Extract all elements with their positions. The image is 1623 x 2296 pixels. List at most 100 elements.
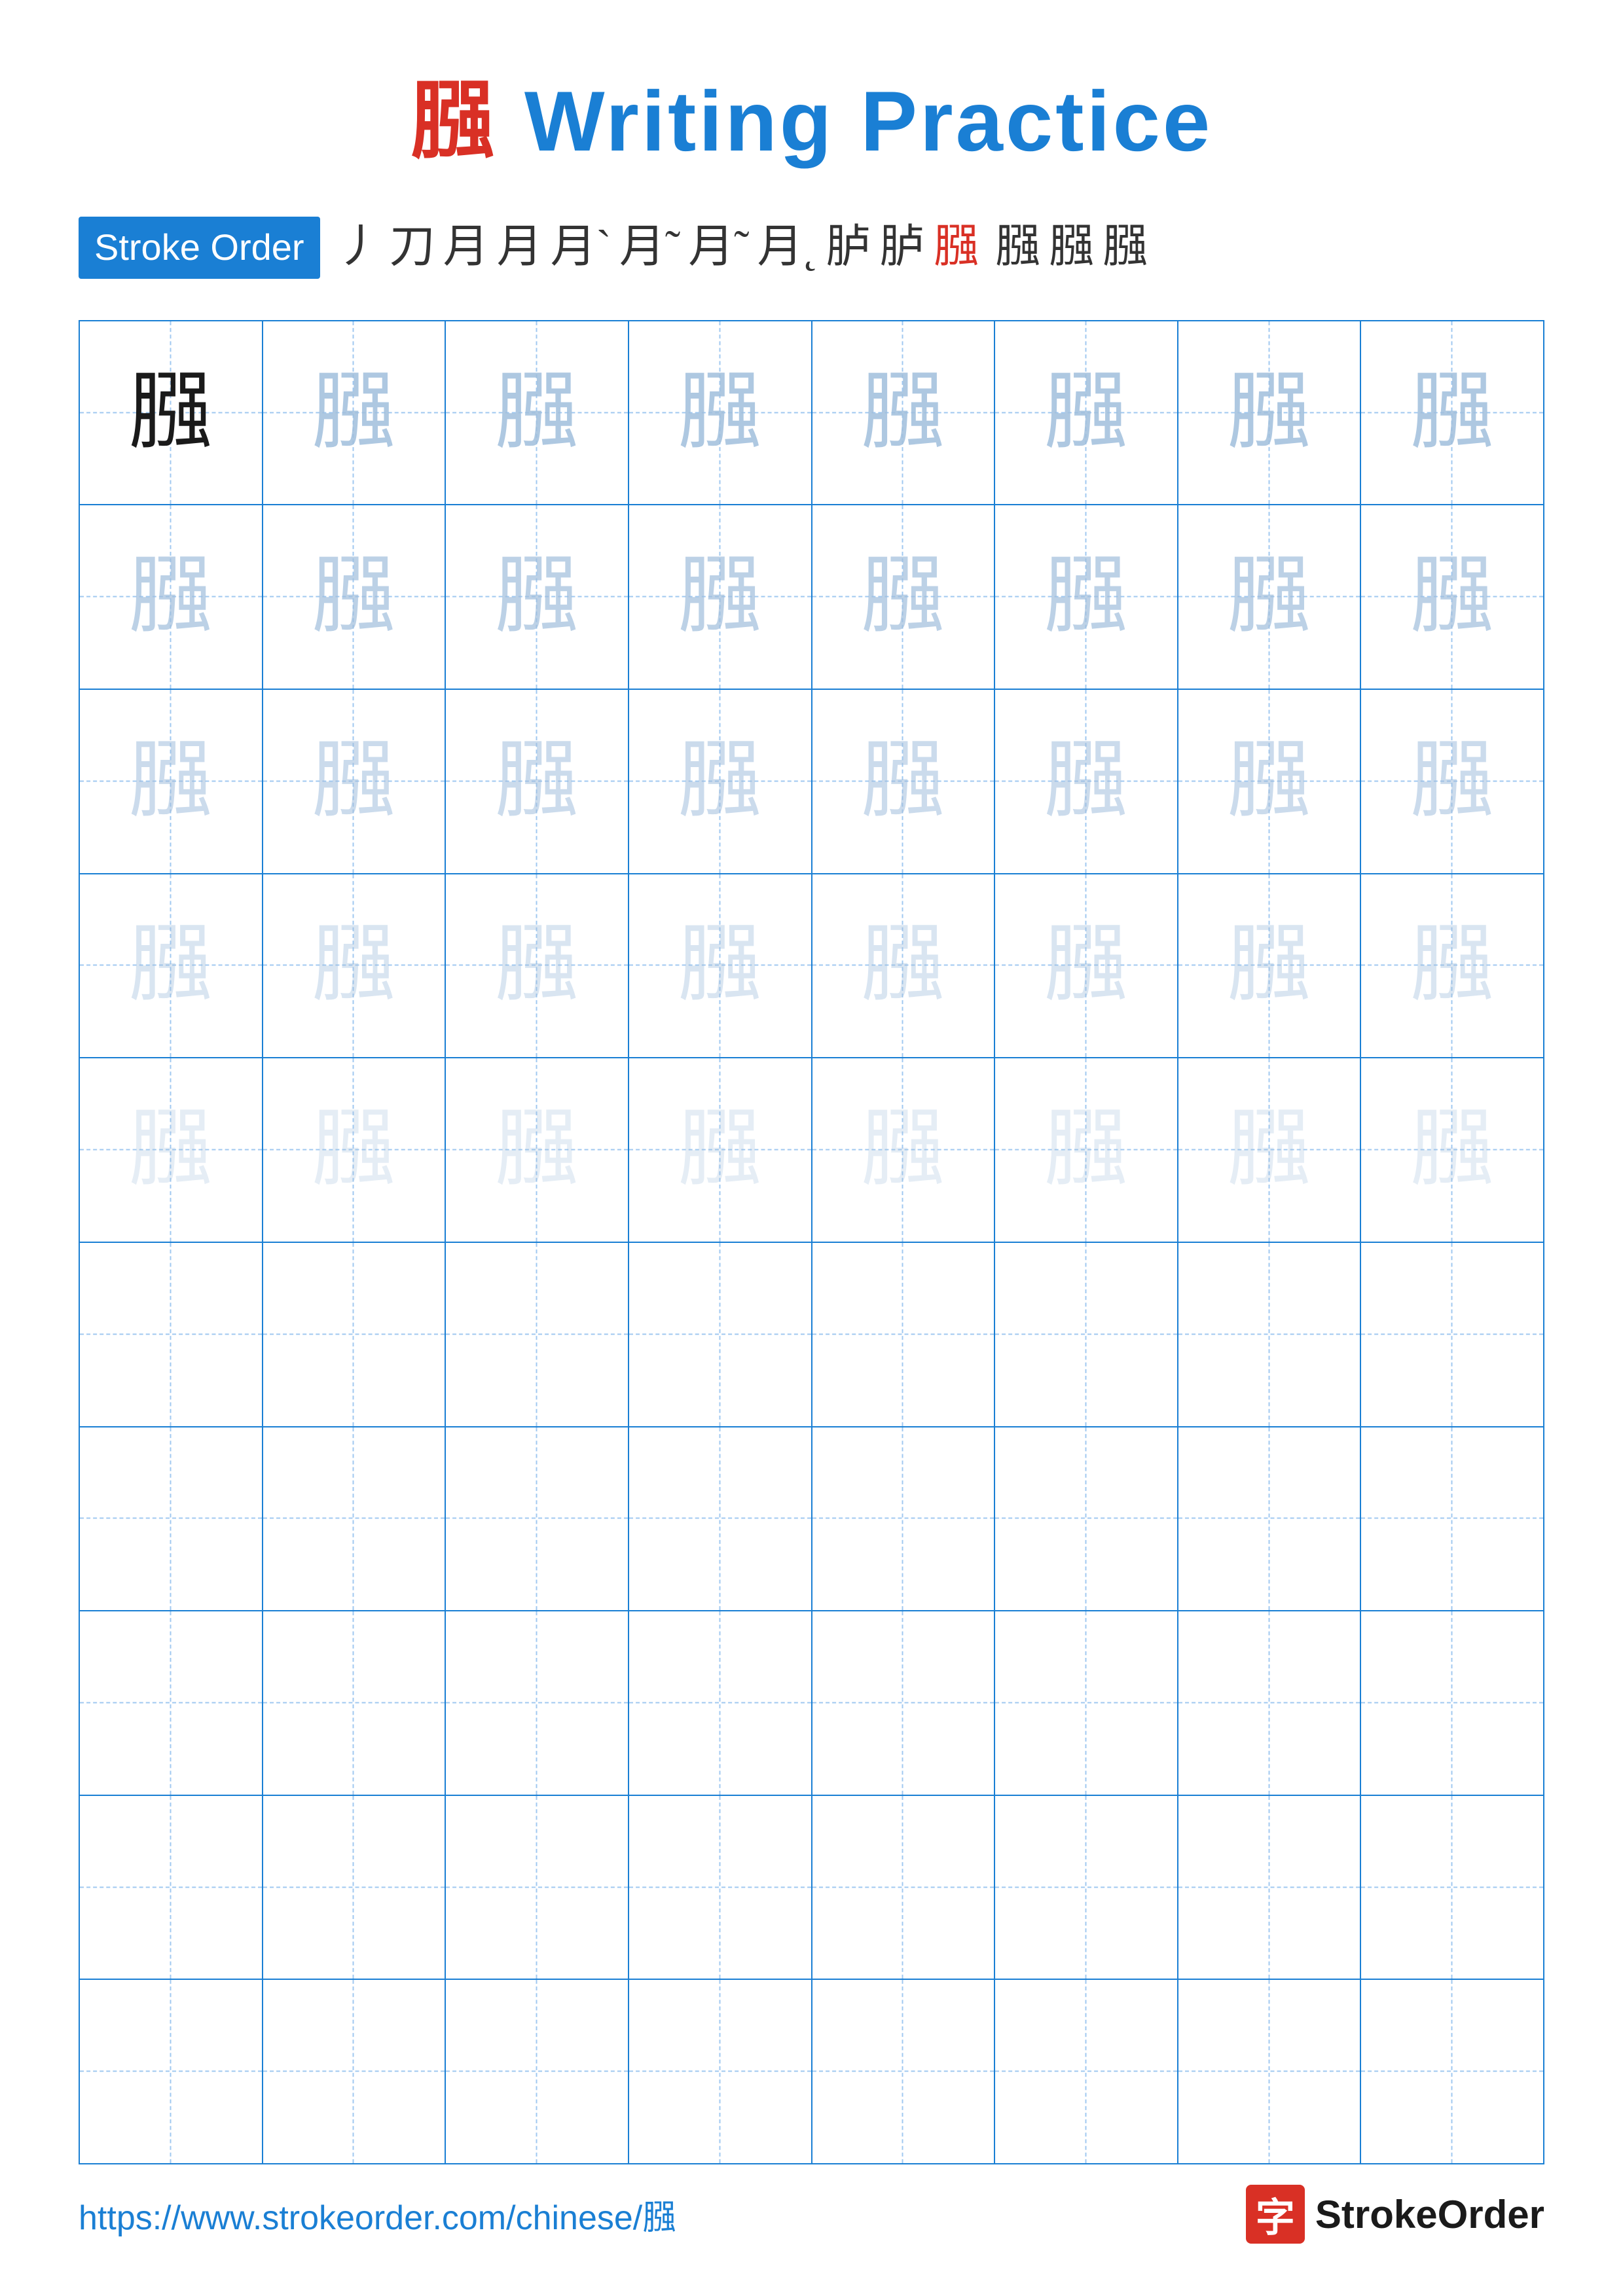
grid-cell-6-2[interactable]: [263, 1243, 447, 1426]
grid-cell-9-7[interactable]: [1178, 1796, 1362, 1979]
grid-cell-7-5[interactable]: [812, 1427, 996, 1611]
grid-cell-8-8[interactable]: [1361, 1611, 1543, 1795]
grid-row-4: 膙 膙 膙 膙 膙 膙 膙 膙: [80, 874, 1543, 1059]
grid-cell-6-7[interactable]: [1178, 1243, 1362, 1426]
grid-cell-3-1[interactable]: 膙: [80, 690, 263, 873]
char-reference: 膙: [128, 370, 213, 456]
grid-cell-5-4[interactable]: 膙: [629, 1058, 812, 1242]
grid-cell-2-8[interactable]: 膙: [1361, 505, 1543, 689]
grid-cell-9-5[interactable]: [812, 1796, 996, 1979]
grid-cell-4-1[interactable]: 膙: [80, 874, 263, 1058]
grid-cell-9-8[interactable]: [1361, 1796, 1543, 1979]
char-fade: 膙: [678, 923, 763, 1008]
grid-cell-3-2[interactable]: 膙: [263, 690, 447, 873]
grid-cell-6-4[interactable]: [629, 1243, 812, 1426]
grid-cell-1-3[interactable]: 膙: [446, 321, 629, 505]
grid-cell-6-8[interactable]: [1361, 1243, 1543, 1426]
grid-cell-2-5[interactable]: 膙: [812, 505, 996, 689]
grid-cell-6-1[interactable]: [80, 1243, 263, 1426]
grid-cell-7-6[interactable]: [995, 1427, 1178, 1611]
char-fade: 膙: [1044, 923, 1129, 1008]
grid-cell-8-5[interactable]: [812, 1611, 996, 1795]
grid-cell-9-1[interactable]: [80, 1796, 263, 1979]
grid-cell-4-5[interactable]: 膙: [812, 874, 996, 1058]
grid-cell-5-2[interactable]: 膙: [263, 1058, 447, 1242]
grid-cell-8-7[interactable]: [1178, 1611, 1362, 1795]
char-fade: 膙: [494, 1107, 579, 1193]
grid-cell-8-4[interactable]: [629, 1611, 812, 1795]
grid-cell-10-8[interactable]: [1361, 1980, 1543, 2163]
logo-text: StrokeOrder: [1315, 2192, 1544, 2237]
grid-cell-9-6[interactable]: [995, 1796, 1178, 1979]
char-fade: 膙: [678, 370, 763, 456]
grid-cell-10-1[interactable]: [80, 1980, 263, 2163]
grid-cell-2-3[interactable]: 膙: [446, 505, 629, 689]
grid-row-1: 膙 膙 膙 膙 膙 膙 膙 膙: [80, 321, 1543, 506]
grid-cell-4-6[interactable]: 膙: [995, 874, 1178, 1058]
grid-cell-1-7[interactable]: 膙: [1178, 321, 1362, 505]
char-fade: 膙: [678, 739, 763, 824]
grid-cell-3-5[interactable]: 膙: [812, 690, 996, 873]
grid-cell-10-5[interactable]: [812, 1980, 996, 2163]
grid-cell-9-3[interactable]: [446, 1796, 629, 1979]
grid-cell-2-1[interactable]: 膙: [80, 505, 263, 689]
grid-cell-1-8[interactable]: 膙: [1361, 321, 1543, 505]
grid-cell-8-2[interactable]: [263, 1611, 447, 1795]
grid-cell-1-4[interactable]: 膙: [629, 321, 812, 505]
grid-cell-1-1[interactable]: 膙: [80, 321, 263, 505]
char-fade: 膙: [678, 554, 763, 639]
grid-row-8: [80, 1611, 1543, 1796]
grid-cell-6-6[interactable]: [995, 1243, 1178, 1426]
grid-cell-9-4[interactable]: [629, 1796, 812, 1979]
grid-cell-4-8[interactable]: 膙: [1361, 874, 1543, 1058]
grid-cell-6-3[interactable]: [446, 1243, 629, 1426]
stroke-5: 月`: [551, 215, 611, 279]
grid-cell-4-7[interactable]: 膙: [1178, 874, 1362, 1058]
grid-cell-3-7[interactable]: 膙: [1178, 690, 1362, 873]
grid-cell-2-2[interactable]: 膙: [263, 505, 447, 689]
grid-cell-4-4[interactable]: 膙: [629, 874, 812, 1058]
footer-url[interactable]: https://www.strokeorder.com/chinese/膙: [79, 2190, 676, 2239]
grid-cell-7-3[interactable]: [446, 1427, 629, 1611]
grid-cell-3-3[interactable]: 膙: [446, 690, 629, 873]
grid-cell-7-8[interactable]: [1361, 1427, 1543, 1611]
grid-cell-8-6[interactable]: [995, 1611, 1178, 1795]
grid-cell-10-2[interactable]: [263, 1980, 447, 2163]
grid-cell-1-6[interactable]: 膙: [995, 321, 1178, 505]
grid-cell-4-2[interactable]: 膙: [263, 874, 447, 1058]
grid-cell-2-7[interactable]: 膙: [1178, 505, 1362, 689]
grid-cell-3-8[interactable]: 膙: [1361, 690, 1543, 873]
grid-cell-7-4[interactable]: [629, 1427, 812, 1611]
stroke-chars-container: 丿 刀 月 月 月` 月˜ 月˜ 月˛ 胪 胪 膙 膙 膙 膙: [336, 215, 1148, 281]
grid-cell-10-4[interactable]: [629, 1980, 812, 2163]
char-fade: 膙: [860, 1107, 945, 1193]
grid-cell-10-3[interactable]: [446, 1980, 629, 2163]
grid-cell-3-4[interactable]: 膙: [629, 690, 812, 873]
grid-cell-4-3[interactable]: 膙: [446, 874, 629, 1058]
grid-cell-10-6[interactable]: [995, 1980, 1178, 2163]
grid-cell-2-6[interactable]: 膙: [995, 505, 1178, 689]
grid-cell-3-6[interactable]: 膙: [995, 690, 1178, 873]
char-fade: 膙: [1410, 1107, 1495, 1193]
grid-cell-7-7[interactable]: [1178, 1427, 1362, 1611]
grid-cell-10-7[interactable]: [1178, 1980, 1362, 2163]
grid-cell-5-5[interactable]: 膙: [812, 1058, 996, 1242]
grid-cell-8-3[interactable]: [446, 1611, 629, 1795]
char-fade: 膙: [860, 923, 945, 1008]
grid-cell-5-7[interactable]: 膙: [1178, 1058, 1362, 1242]
grid-cell-7-1[interactable]: [80, 1427, 263, 1611]
grid-cell-5-8[interactable]: 膙: [1361, 1058, 1543, 1242]
grid-cell-5-3[interactable]: 膙: [446, 1058, 629, 1242]
grid-cell-8-1[interactable]: [80, 1611, 263, 1795]
char-fade: 膙: [1044, 370, 1129, 456]
grid-cell-7-2[interactable]: [263, 1427, 447, 1611]
char-fade: 膙: [1227, 1107, 1312, 1193]
stroke-3: 月: [443, 215, 489, 279]
grid-cell-5-1[interactable]: 膙: [80, 1058, 263, 1242]
grid-cell-9-2[interactable]: [263, 1796, 447, 1979]
grid-cell-2-4[interactable]: 膙: [629, 505, 812, 689]
grid-cell-1-5[interactable]: 膙: [812, 321, 996, 505]
grid-cell-5-6[interactable]: 膙: [995, 1058, 1178, 1242]
grid-cell-1-2[interactable]: 膙: [263, 321, 447, 505]
grid-cell-6-5[interactable]: [812, 1243, 996, 1426]
